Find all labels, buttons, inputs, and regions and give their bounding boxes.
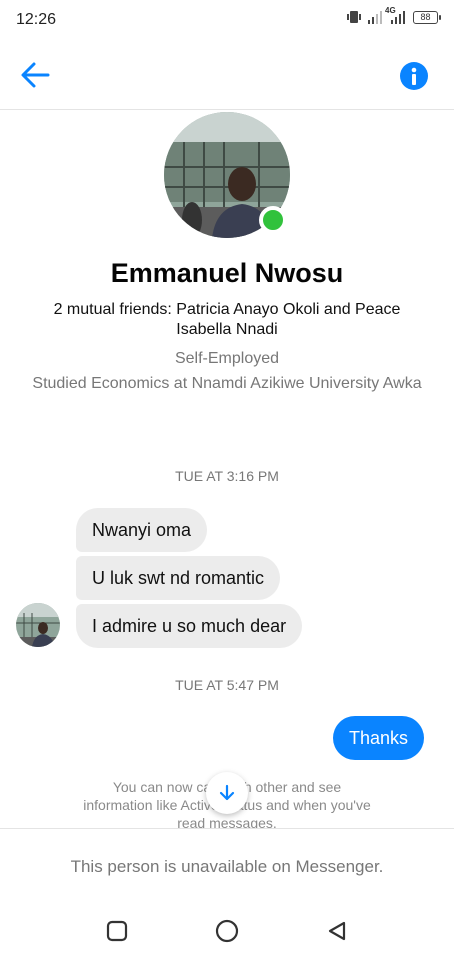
incoming-message[interactable]: I admire u so much dear (76, 604, 303, 648)
square-recents-icon (106, 920, 128, 942)
mutual-friends-text: 2 mutual friends: Patricia Anayo Okoli a… (53, 301, 401, 338)
conversation-header (0, 40, 454, 110)
message-timestamp: TUE AT 3:16 PM (175, 468, 279, 484)
recents-button[interactable] (104, 918, 130, 944)
outgoing-message[interactable]: Thanks (332, 716, 424, 760)
vibrate-icon (347, 11, 361, 23)
arrow-down-icon (219, 784, 235, 801)
message-timestamp: TUE AT 5:47 PM (175, 677, 279, 693)
battery-icon: 88 (413, 10, 441, 24)
circle-home-icon (215, 919, 239, 943)
arrow-left-icon (21, 62, 50, 88)
profile-avatar-container (164, 112, 290, 238)
info-icon (411, 67, 417, 85)
sender-avatar[interactable] (16, 603, 60, 647)
work-info: Self-Employed (174, 350, 280, 367)
home-button[interactable] (214, 918, 240, 944)
incoming-message[interactable]: U luk swt nd romantic (76, 556, 281, 600)
composer-area: This person is unavailable on Messenger. (0, 828, 454, 904)
online-status-indicator (259, 206, 287, 234)
education-info: Studied Economics at Nnamdi Azikiwe Univ… (32, 375, 422, 392)
status-icons: 4G 88 (346, 6, 441, 24)
nav-back-button[interactable] (324, 918, 350, 944)
triangle-back-icon (328, 921, 346, 941)
mobile-signal-1-icon: 4G (367, 6, 396, 24)
profile-name: Emmanuel Nwosu (110, 258, 344, 288)
unavailable-notice: This person is unavailable on Messenger. (70, 857, 384, 876)
status-bar: 12:26 4G 88 (0, 0, 454, 40)
network-type-label: 4G (385, 6, 396, 15)
back-button[interactable] (18, 58, 52, 92)
system-navigation-bar (0, 904, 454, 960)
info-button[interactable] (400, 62, 428, 90)
status-time: 12:26 (16, 11, 57, 28)
incoming-message[interactable]: Nwanyi oma (76, 508, 208, 552)
scroll-to-bottom-button[interactable] (206, 772, 248, 814)
